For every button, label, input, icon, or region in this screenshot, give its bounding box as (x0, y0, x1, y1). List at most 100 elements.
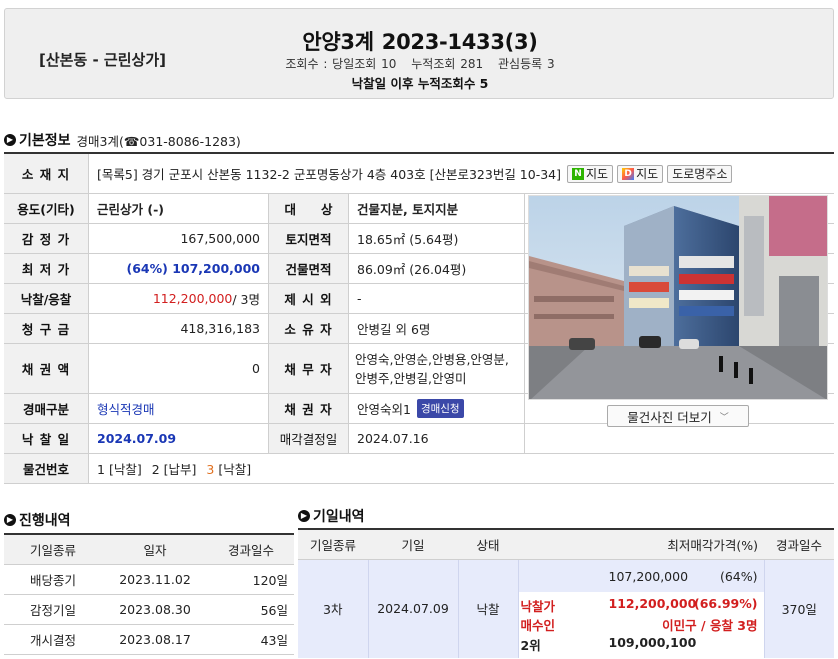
column-header: 일자 (102, 534, 208, 565)
target-label: 대 상 (268, 194, 348, 223)
bid-date-value: 2024.07.09 (88, 424, 268, 453)
progress-days: 56일 (208, 594, 294, 625)
buyer-label: 매수인 (520, 617, 556, 633)
progress-date: 2023.11.02 (102, 564, 208, 595)
chevron-down-icon: ﹀ (719, 412, 729, 423)
progress-date: 2023.08.30 (102, 594, 208, 625)
bid-date-row: 낙 찰 일 2024.07.09 매각결정일 2024.07.16 (4, 424, 834, 454)
debtor-label: 채 무 자 (268, 344, 348, 393)
auction-dates-table: 기일종류 기일 상태 최저매각가격(%) 경과일수 3차 2024.07.09 … (298, 528, 834, 658)
address-text: [목록5] 경기 군포시 산본동 1132-2 군포명동상가 4층 403호 [… (97, 167, 561, 182)
item-2-status: [납부] (163, 462, 197, 477)
progress-type: 감정기일 (4, 594, 102, 625)
auction-apply-button[interactable]: 경매신청 (416, 399, 464, 418)
progress-days: 120일 (208, 564, 294, 595)
won-pct: (66.99%) (694, 595, 758, 611)
second-price: 109,000,100 (608, 634, 697, 650)
section-title: 기일내역 (313, 509, 365, 525)
progress-table: 기일종류 일자 경과일수 배당종기 2023.11.02 120일 감정기일 2… (4, 533, 294, 655)
daum-logo-icon: D (622, 167, 635, 180)
daum-map-label: 지도 (636, 167, 659, 181)
case-header: [산본동 - 근린상가] 안양3계 2023-1433(3) 조회수 : 당일조회… (4, 8, 834, 99)
buyer-value: 이민구 / 응찰 3명 (662, 617, 758, 633)
interest-count: 관심등록 3 (497, 57, 555, 71)
appraisal-label: 감 정 가 (4, 224, 88, 253)
item-number-row: 물건번호 1 [낙찰] 2 [납부] 3 [낙찰] (4, 454, 834, 484)
after-bid-views: 낙찰일 이후 누적조회수 5 (351, 76, 489, 91)
excluded-value: - (348, 284, 524, 313)
address-value: [목록5] 경기 군포시 산본동 1132-2 군포명동상가 4층 403호 [… (88, 154, 834, 193)
dates-days: 370일 (764, 559, 834, 658)
creditor-label: 채 권 자 (268, 394, 348, 423)
case-number: 2023-1433(3) (381, 30, 538, 54)
decision-date-value: 2024.07.16 (348, 424, 524, 453)
progress-type: 개시결정 (4, 624, 102, 655)
item-link-1[interactable]: 1 [낙찰] (97, 459, 142, 478)
arrow-bullet-icon: ▶ (298, 510, 310, 522)
appraisal-value: 167,500,000 (88, 224, 268, 253)
table-row: 감정기일 2023.08.30 56일 (4, 594, 294, 625)
arrow-bullet-icon: ▶ (4, 514, 16, 526)
progress-date: 2023.08.17 (102, 624, 208, 655)
road-address-button[interactable]: 도로명주소 (667, 164, 733, 183)
item-1-number: 1 (97, 462, 105, 477)
round-kind: 3차 (298, 559, 369, 658)
arrow-bullet-icon: ▶ (4, 134, 16, 146)
won-price: 112,200,000 (608, 595, 697, 611)
property-photo[interactable] (528, 195, 828, 400)
case-title: 안양3계 2023-1433(3) (5, 26, 835, 56)
section-title: 기본정보 (19, 133, 71, 149)
table-row: 3차 2024.07.09 낙찰 107,200,000 (64%) 낙찰가 1… (298, 559, 834, 658)
dates-min-price: 107,200,000 (608, 568, 689, 584)
dates-heading: ▶ 기일내역 (298, 506, 365, 526)
claim-label: 청 구 금 (4, 314, 88, 343)
item-2-number: 2 (151, 462, 160, 477)
decision-date-label: 매각결정일 (268, 424, 348, 453)
table-row: 배당종기 2023.11.02 120일 (4, 564, 294, 595)
dates-min-pct: (64%) (719, 568, 758, 584)
daum-map-button[interactable]: D 지도 (617, 164, 664, 183)
bid-date-label: 낙 찰 일 (4, 424, 88, 453)
winning-price: 112,200,000 (152, 291, 233, 306)
item-link-3[interactable]: 3 [낙찰] (206, 459, 251, 478)
min-price-label: 최 저 가 (4, 254, 88, 283)
min-price-value: (64%) 107,200,000 (88, 254, 268, 283)
auction-type-label: 경매구분 (4, 394, 88, 423)
naver-map-label: 지도 (586, 167, 609, 181)
cumulative-views: 누적조회 281 (411, 57, 484, 71)
column-header: 경과일수 (208, 534, 294, 565)
photo-column-divider (524, 194, 525, 454)
min-price-line: 107,200,000 (64%) (518, 559, 764, 592)
round-date: 2024.07.09 (368, 559, 459, 658)
target-value: 건물지분, 토지지분 (348, 194, 524, 223)
progress-days: 43일 (208, 624, 294, 655)
owner-value: 안병길 외 6명 (348, 314, 524, 343)
court-dept: 안양3계 (302, 30, 374, 54)
item-link-2[interactable]: 2 [납부] (152, 459, 197, 478)
round-status: 낙찰 (458, 559, 519, 658)
building-area-value: 86.09㎡ (26.04평) (348, 254, 524, 283)
more-photos-button[interactable]: 물건사진 더보기 ﹀ (607, 405, 749, 427)
building-area-label: 건물면적 (268, 254, 348, 283)
usage-value: 근린상가 (-) (88, 194, 268, 223)
item-3-status: [낙찰] (218, 462, 252, 477)
progress-heading: ▶ 진행내역 (4, 510, 71, 530)
basic-info-table: 소 재 지 [목록5] 경기 군포시 산본동 1132-2 군포명동상가 4층 … (4, 152, 834, 484)
bidder-count: / 3명 (232, 292, 260, 307)
auction-type-value[interactable]: 형식적경매 (88, 394, 268, 423)
column-header: 상태 (458, 529, 518, 560)
credit-value: 0 (88, 344, 268, 393)
excluded-label: 제 시 외 (268, 284, 348, 313)
today-views: 조회수 : 당일조회 10 (285, 57, 397, 71)
basic-info-heading: ▶ 기본정보 경매3계(☎031-8086-1283) (4, 130, 241, 150)
creditor-name: 안영숙외1 (357, 402, 411, 417)
building-photo-illustration (529, 196, 827, 399)
credit-label: 채 권 액 (4, 344, 88, 393)
item-number-links: 1 [낙찰] 2 [납부] 3 [낙찰] (88, 454, 834, 483)
land-area-value: 18.65㎡ (5.64평) (348, 224, 524, 253)
usage-label: 용도(기타) (4, 194, 88, 223)
column-header: 경과일수 (764, 529, 834, 560)
section-title: 진행내역 (19, 513, 71, 529)
naver-map-button[interactable]: N 지도 (567, 164, 614, 183)
table-row: 개시결정 2023.08.17 43일 (4, 624, 294, 655)
